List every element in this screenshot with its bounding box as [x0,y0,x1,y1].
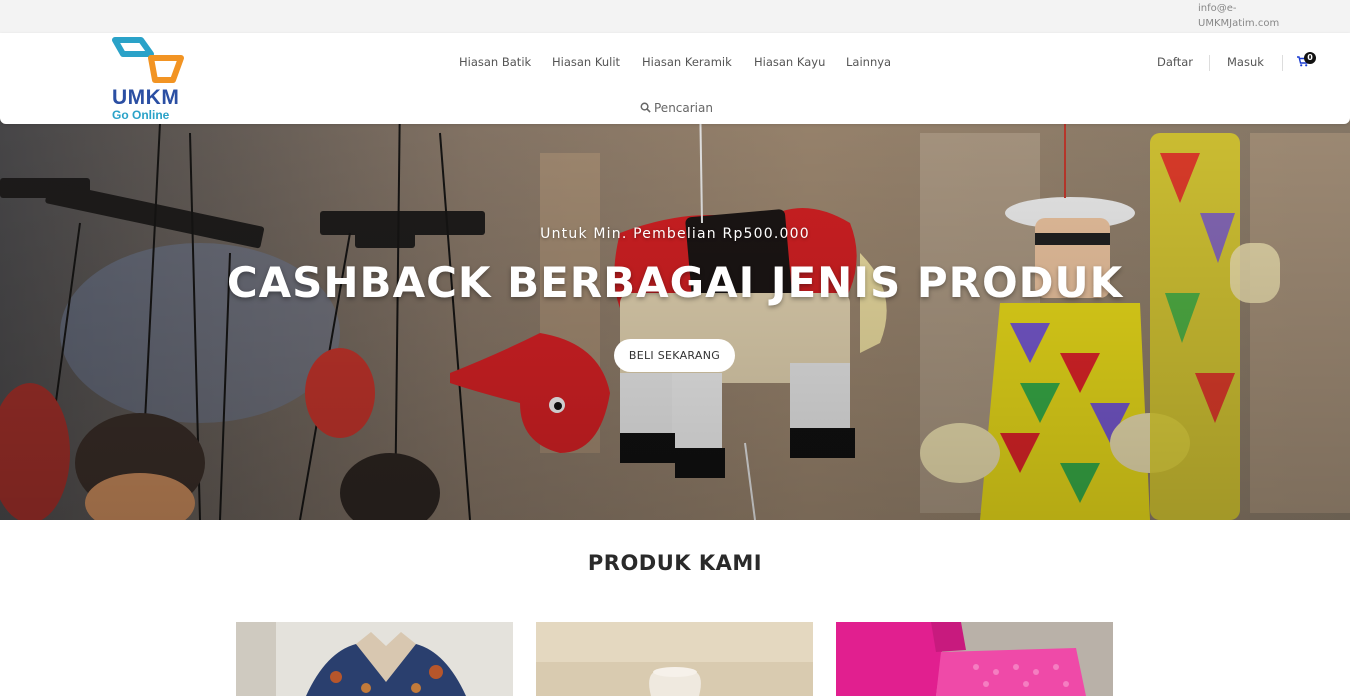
hero-subtitle: Untuk Min. Pembelian Rp500.000 [540,226,810,242]
search-icon [640,102,651,113]
product-card[interactable] [536,622,813,696]
product-image-ceramic-vase [536,622,813,696]
search-label: Pencarian [654,101,713,115]
product-card[interactable] [236,622,513,696]
login-link[interactable]: Masuk [1227,55,1264,69]
nav-item-lainnya[interactable]: Lainnya [846,55,891,69]
logo-text-go-online: Go Online [112,108,170,122]
logo-mark-icon [112,37,184,83]
register-link[interactable]: Daftar [1157,55,1193,69]
nav-item-hiasan-batik[interactable]: Hiasan Batik [459,55,531,69]
hero-title: CASHBACK BERBAGAI JENIS PRODUK [226,258,1124,307]
section-title-products: PRODUK KAMI [587,551,763,575]
logo-text-umkm: UMKM [112,86,180,109]
top-bar: info@e-UMKMJatim.com [0,0,1350,33]
buy-now-button[interactable]: BELI SEKARANG [614,339,735,372]
search-button[interactable]: Pencarian [640,101,713,115]
divider [1282,55,1283,71]
nav-item-hiasan-keramik[interactable]: Hiasan Keramik [642,55,732,69]
divider [1209,55,1210,71]
product-image-pink-fabric [836,622,1113,696]
site-header: UMKM Go Online Hiasan Batik Hiasan Kulit… [0,33,1350,124]
product-image-batik-shirt [236,622,513,696]
hero-banner: Untuk Min. Pembelian Rp500.000 CASHBACK … [0,93,1350,520]
product-card[interactable] [836,622,1113,696]
nav-item-hiasan-kayu[interactable]: Hiasan Kayu [754,55,825,69]
cart-button[interactable]: 0 [1297,52,1319,72]
site-logo[interactable]: UMKM Go Online [111,36,191,122]
nav-item-hiasan-kulit[interactable]: Hiasan Kulit [552,55,620,69]
cart-count-badge: 0 [1304,52,1316,64]
contact-email[interactable]: info@e-UMKMJatim.com [1198,1,1308,31]
